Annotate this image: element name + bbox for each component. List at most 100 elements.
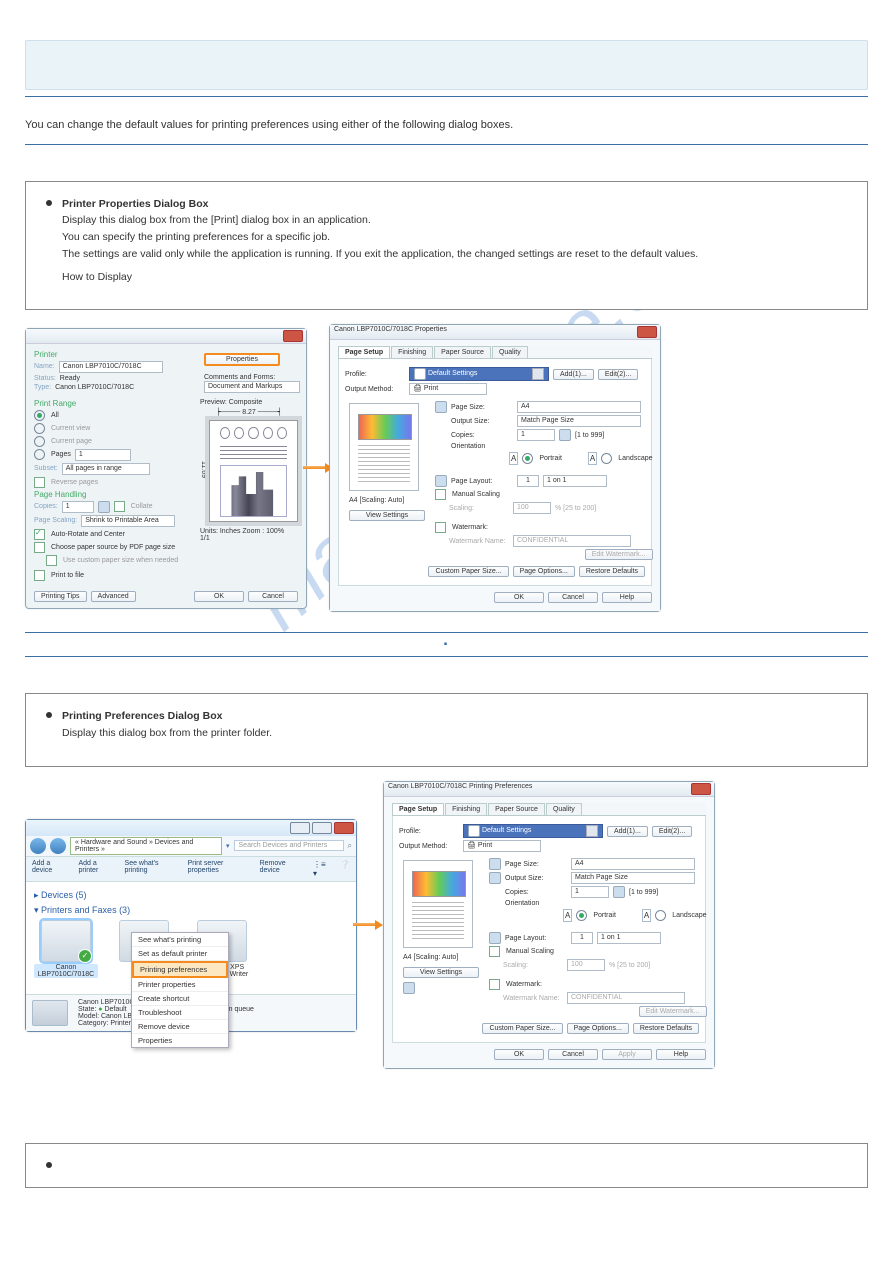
landscape-radio[interactable] [601, 453, 612, 464]
add-button[interactable]: Add(1)... [607, 826, 648, 837]
watermark-checkbox[interactable] [435, 522, 446, 533]
output-size-select[interactable]: Match Page Size [571, 872, 695, 884]
tab-finishing[interactable]: Finishing [445, 803, 487, 815]
landscape-radio[interactable] [655, 910, 666, 921]
all-radio[interactable] [34, 410, 45, 421]
cmd-add-device[interactable]: Add a device [32, 860, 68, 878]
page-options-button[interactable]: Page Options... [513, 566, 575, 577]
profile-select[interactable]: Default Settings [463, 824, 603, 838]
search-input[interactable]: Search Devices and Printers [234, 840, 344, 851]
add-button[interactable]: Add(1)... [553, 369, 594, 380]
cmd-add-printer[interactable]: Add a printer [78, 860, 114, 878]
close-icon[interactable] [637, 326, 657, 338]
printers-group-header[interactable]: ▾ Printers and Faxes (3) [34, 905, 348, 916]
help-icon[interactable]: ❔ [340, 860, 350, 878]
cmd-see-printing[interactable]: See what's printing [125, 860, 178, 878]
close-icon[interactable] [283, 330, 303, 342]
tab-paper-source[interactable]: Paper Source [488, 803, 545, 815]
back-icon[interactable] [30, 838, 46, 854]
ok-button[interactable]: OK [494, 1049, 544, 1060]
printer-item-canon[interactable]: ✓ Canon LBP7010C/7018C [34, 920, 98, 978]
pagescaling-select[interactable]: Shrink to Printable Area [81, 515, 175, 527]
finishing-icon[interactable] [403, 982, 415, 994]
ok-button[interactable]: OK [494, 592, 544, 603]
view-settings-button[interactable]: View Settings [349, 510, 425, 521]
current-view-radio[interactable] [34, 423, 45, 434]
minimize-icon[interactable] [290, 822, 310, 834]
portrait-radio[interactable] [522, 453, 533, 464]
cancel-button[interactable]: Cancel [548, 592, 598, 603]
collate-checkbox[interactable] [114, 501, 125, 512]
breadcrumb[interactable]: « Hardware and Sound » Devices and Print… [70, 837, 222, 855]
ctx-see-printing[interactable]: See what's printing [132, 933, 228, 947]
ctx-set-default[interactable]: Set as default printer [132, 947, 228, 961]
page-size-select[interactable]: A4 [571, 858, 695, 870]
tab-quality[interactable]: Quality [492, 346, 528, 358]
tab-page-setup[interactable]: Page Setup [392, 803, 444, 815]
manual-scaling-checkbox[interactable] [489, 946, 500, 957]
copies-input[interactable]: 1 [517, 429, 555, 441]
choose-source-checkbox[interactable] [34, 542, 45, 553]
manual-scaling-checkbox[interactable] [435, 489, 446, 500]
portrait-radio[interactable] [576, 910, 587, 921]
devices-group-header[interactable]: ▸ Devices (5) [34, 890, 348, 901]
output-method-select[interactable]: 🖨 Print [409, 383, 487, 395]
copies-input[interactable]: 1 [571, 886, 609, 898]
custom-paper-button[interactable]: Custom Paper Size... [482, 1023, 562, 1034]
tab-page-setup[interactable]: Page Setup [338, 346, 390, 358]
ctx-properties[interactable]: Properties [132, 1034, 228, 1047]
spinner-icon[interactable] [98, 501, 110, 513]
printing-tips-button[interactable]: Printing Tips [34, 591, 87, 602]
watermark-checkbox[interactable] [489, 979, 500, 990]
subset-select[interactable]: All pages in range [62, 463, 150, 475]
close-icon[interactable] [334, 822, 354, 834]
pages-input[interactable]: 1 [75, 449, 131, 461]
autorotate-checkbox[interactable] [34, 529, 45, 540]
properties-button[interactable]: Properties [204, 353, 280, 366]
page-layout-select[interactable]: 1 on 1 [543, 475, 607, 487]
view-settings-button[interactable]: View Settings [403, 967, 479, 978]
ctx-printer-properties[interactable]: Printer properties [132, 978, 228, 992]
page-layout-select[interactable]: 1 on 1 [597, 932, 661, 944]
tab-quality[interactable]: Quality [546, 803, 582, 815]
cmd-remove-device[interactable]: Remove device [260, 860, 303, 878]
page-options-button[interactable]: Page Options... [567, 1023, 629, 1034]
output-method-select[interactable]: 🖨 Print [463, 840, 541, 852]
maximize-icon[interactable] [312, 822, 332, 834]
restore-defaults-button[interactable]: Restore Defaults [579, 566, 645, 577]
advanced-button[interactable]: Advanced [91, 591, 136, 602]
spinner-icon[interactable] [613, 886, 625, 898]
custom-size-checkbox[interactable] [46, 555, 57, 566]
close-icon[interactable] [691, 783, 711, 795]
reverse-checkbox[interactable] [34, 477, 45, 488]
cmd-server-properties[interactable]: Print server properties [188, 860, 250, 878]
current-page-radio[interactable] [34, 436, 45, 447]
restore-defaults-button[interactable]: Restore Defaults [633, 1023, 699, 1034]
ctx-create-shortcut[interactable]: Create shortcut [132, 992, 228, 1006]
print-to-file-checkbox[interactable] [34, 570, 45, 581]
help-button[interactable]: Help [656, 1049, 706, 1060]
copies-input[interactable]: 1 [62, 501, 94, 513]
pages-radio[interactable] [34, 449, 45, 460]
tab-finishing[interactable]: Finishing [391, 346, 433, 358]
spinner-icon[interactable] [559, 429, 571, 441]
edit-button[interactable]: Edit(2)... [598, 369, 638, 380]
page-size-select[interactable]: A4 [517, 401, 641, 413]
chevron-down-icon[interactable] [586, 825, 598, 837]
view-icon[interactable]: ⋮≡ ▾ [313, 860, 330, 878]
edit-button[interactable]: Edit(2)... [652, 826, 692, 837]
tab-paper-source[interactable]: Paper Source [434, 346, 491, 358]
printer-name-select[interactable]: Canon LBP7010C/7018C [59, 361, 163, 373]
cancel-button[interactable]: Cancel [548, 1049, 598, 1060]
output-size-select[interactable]: Match Page Size [517, 415, 641, 427]
ok-button[interactable]: OK [194, 591, 244, 602]
forward-icon[interactable] [50, 838, 66, 854]
search-icon[interactable]: ⌕ [348, 841, 352, 851]
profile-select[interactable]: Default Settings [409, 367, 549, 381]
chevron-down-icon[interactable] [532, 368, 544, 380]
ctx-printing-preferences[interactable]: Printing preferences [132, 961, 228, 978]
custom-paper-button[interactable]: Custom Paper Size... [428, 566, 508, 577]
ctx-remove-device[interactable]: Remove device [132, 1020, 228, 1034]
comments-select[interactable]: Document and Markups [204, 381, 300, 393]
cancel-button[interactable]: Cancel [248, 591, 298, 602]
